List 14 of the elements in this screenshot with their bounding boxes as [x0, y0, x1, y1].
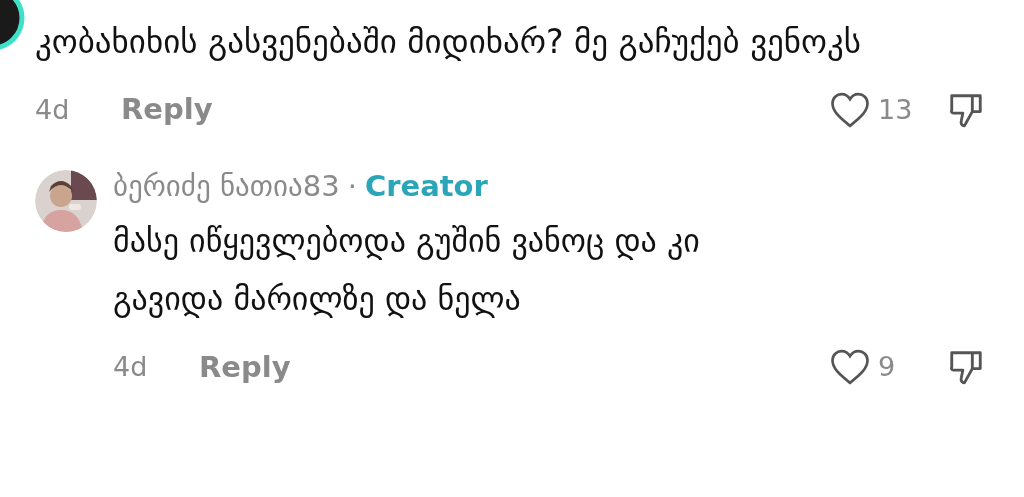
like-count: 13	[878, 92, 914, 127]
comment-age: 4d	[35, 92, 71, 127]
like-count: 9	[878, 350, 897, 384]
thumbs-down-icon[interactable]	[948, 348, 984, 387]
comment-text: კობახიხის გასვენებაში მიდიხარ? მე გაჩუქებ ვენოკს	[35, 21, 863, 63]
reply-button[interactable]: Reply	[121, 88, 213, 132]
reply-button[interactable]: Reply	[199, 345, 291, 389]
creator-label: Creator	[364, 167, 488, 205]
comment-age: 4d	[113, 350, 149, 384]
comment-text: მასე იწყევლებოდა გუშინ ვანოც და კი გავიდა მარილზე და ნელა	[113, 220, 701, 320]
separator-dot: ·	[346, 167, 358, 205]
comment-author[interactable]: ბერიძე ნათია83	[113, 165, 340, 206]
heart-icon[interactable]	[830, 90, 870, 129]
heart-icon[interactable]	[830, 348, 870, 387]
